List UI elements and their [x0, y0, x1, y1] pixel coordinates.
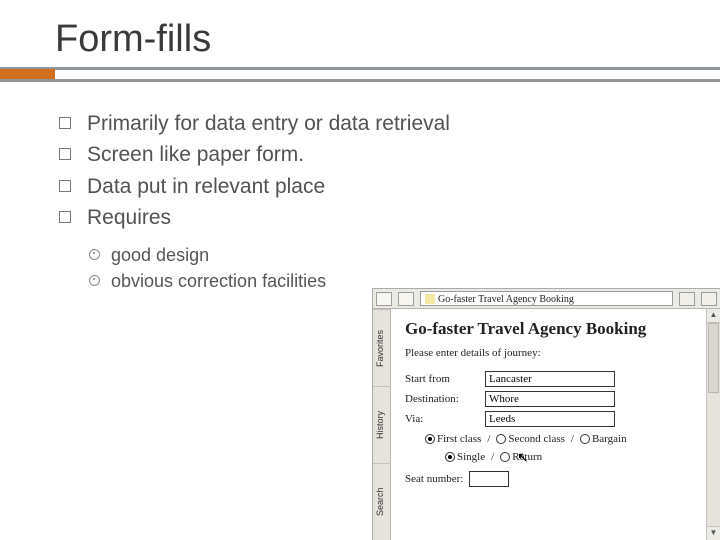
bullet-item: Screen like paper form. — [55, 140, 720, 169]
close-icon[interactable] — [679, 292, 695, 306]
class-radio-row: First class / Second class / Bargain — [405, 433, 696, 445]
title-underline — [0, 67, 720, 83]
seat-input[interactable] — [469, 471, 509, 487]
app-window: Go-faster Travel Agency Booking Favorite… — [372, 288, 720, 540]
form-title: Go-faster Travel Agency Booking — [405, 319, 696, 339]
side-tab-history[interactable]: History — [373, 386, 390, 463]
page-icon — [425, 294, 435, 304]
form-pane: Go-faster Travel Agency Booking Please e… — [391, 309, 706, 540]
seat-label: Seat number: — [405, 473, 463, 485]
restore-icon[interactable] — [701, 292, 717, 306]
single-radio[interactable]: Single — [445, 451, 485, 463]
scroll-down-icon[interactable]: ▼ — [707, 526, 720, 540]
via-input[interactable] — [485, 411, 615, 427]
bullet-item: Requires — [55, 203, 720, 232]
toolbar: Go-faster Travel Agency Booking — [373, 289, 720, 309]
start-input[interactable] — [485, 371, 615, 387]
side-tab-favorites[interactable]: Favorites — [373, 309, 390, 386]
bullet-item: Primarily for data entry or data retriev… — [55, 109, 720, 138]
form-instruction: Please enter details of journey: — [405, 347, 696, 359]
via-label: Via: — [405, 413, 485, 425]
sub-bullet-list: good design obvious correction facilitie… — [55, 243, 355, 296]
scroll-up-icon[interactable]: ▲ — [707, 309, 720, 323]
side-tabs: Favorites History Search — [373, 309, 391, 540]
address-bar[interactable]: Go-faster Travel Agency Booking — [420, 291, 673, 306]
sub-bullet-item: good design — [55, 243, 355, 267]
back-icon[interactable] — [376, 292, 392, 306]
return-radio[interactable]: Return — [500, 451, 542, 463]
second-class-radio[interactable]: Second class — [496, 433, 565, 445]
bullet-list: Primarily for data entry or data retriev… — [55, 109, 720, 233]
scrollbar-vertical[interactable]: ▲ ▼ — [706, 309, 720, 540]
scroll-thumb[interactable] — [708, 323, 719, 393]
side-tab-search[interactable]: Search — [373, 463, 390, 540]
dest-label: Destination: — [405, 393, 485, 405]
forward-icon[interactable] — [398, 292, 414, 306]
address-text: Go-faster Travel Agency Booking — [438, 294, 574, 305]
dest-input[interactable] — [485, 391, 615, 407]
first-class-radio[interactable]: First class — [425, 433, 481, 445]
bullet-item: Data put in relevant place — [55, 172, 720, 201]
sub-bullet-item: obvious correction facilities — [55, 269, 355, 293]
slide-title: Form-fills — [55, 18, 720, 61]
bargain-radio[interactable]: Bargain — [580, 433, 627, 445]
start-label: Start from — [405, 373, 485, 385]
trip-radio-row: Single / ↖ Return — [405, 451, 696, 463]
